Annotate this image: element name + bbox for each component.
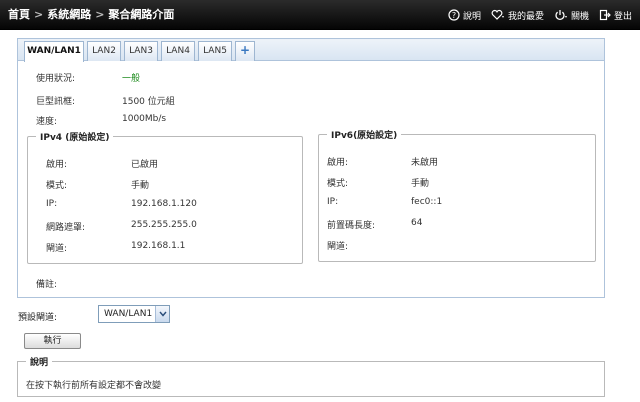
- remark-label: 備註:: [36, 280, 58, 290]
- jumbo-frame-value: 1500 位元組: [122, 97, 175, 107]
- ipv6-ip-label: IP:: [327, 197, 339, 207]
- favorites-label: 我的最愛: [507, 11, 544, 22]
- help-icon: ?: [448, 9, 460, 21]
- jumbo-frame-label: 巨型訊框:: [36, 97, 76, 107]
- ipv4-legend: IPv4 (原始設定): [36, 130, 114, 143]
- description-box: 說明 在按下執行前所有設定都不會改變: [17, 355, 605, 397]
- apply-button[interactable]: 執行: [24, 333, 81, 349]
- breadcrumb-separator: >: [95, 8, 105, 21]
- logout-label: 登出: [613, 11, 632, 22]
- power-icon: [555, 10, 567, 21]
- description-text: 在按下執行前所有設定都不會改變: [26, 381, 162, 391]
- ipv4-mode-label: 模式:: [46, 181, 68, 191]
- ipv4-netmask-label: 網路遮罩:: [46, 223, 86, 233]
- ipv6-legend: IPv6(原始設定): [327, 128, 402, 141]
- top-bar: 首頁 > 系統網路 > 聚合網路介面 ? 說明 我的最愛 關機 登出: [0, 0, 640, 30]
- ipv6-gateway-label: 閘道:: [327, 242, 349, 252]
- chevron-down-icon[interactable]: [155, 306, 169, 322]
- default-gateway-select[interactable]: WAN/LAN1: [98, 305, 170, 323]
- breadcrumb-home[interactable]: 首頁: [8, 8, 30, 21]
- tab-lan2[interactable]: LAN2: [87, 41, 121, 61]
- heart-icon: [491, 9, 504, 20]
- add-tab-button[interactable]: +: [235, 41, 255, 61]
- speed-label: 速度:: [36, 117, 58, 127]
- logout-link[interactable]: 登出: [599, 9, 632, 22]
- ipv6-settings-group: IPv6(原始設定) 啟用: 未啟用 模式: 手動 IP: fec0::1 前置…: [318, 128, 596, 262]
- help-label: 說明: [462, 11, 481, 22]
- help-link[interactable]: ? 說明: [448, 9, 481, 22]
- ipv6-enable-value: 未啟用: [411, 158, 439, 168]
- ipv4-gateway-value: 192.168.1.1: [131, 241, 186, 251]
- shutdown-link[interactable]: 關機: [554, 9, 589, 22]
- tab-lan4[interactable]: LAN4: [161, 41, 195, 61]
- interface-panel: WAN/LAN1 LAN2 LAN3 LAN4 LAN5 + 使用狀況: 一般 …: [17, 38, 605, 298]
- ipv4-enable-label: 啟用:: [46, 160, 68, 170]
- ipv4-settings-group: IPv4 (原始設定) 啟用: 已啟用 模式: 手動 IP: 192.168.1…: [27, 130, 303, 264]
- ipv4-ip-value: 192.168.1.120: [131, 199, 197, 209]
- ipv6-mode-label: 模式:: [327, 179, 349, 189]
- breadcrumb-system-network[interactable]: 系統網路: [47, 8, 91, 21]
- top-links: ? 說明 我的最愛 關機 登出: [448, 0, 632, 30]
- tab-wan-lan1[interactable]: WAN/LAN1: [24, 41, 84, 62]
- tab-lan3[interactable]: LAN3: [124, 41, 158, 61]
- ipv4-enable-value: 已啟用: [131, 160, 159, 170]
- default-gateway-label: 預設閘道:: [18, 313, 58, 323]
- ipv6-prefix-value: 64: [411, 218, 423, 228]
- favorites-link[interactable]: 我的最愛: [491, 9, 544, 22]
- svg-text:?: ?: [452, 11, 456, 20]
- logout-icon: [599, 9, 611, 21]
- usage-label: 使用狀況:: [36, 74, 76, 84]
- usage-value: 一般: [122, 74, 141, 84]
- ipv4-ip-label: IP:: [46, 199, 58, 209]
- breadcrumb-separator: >: [34, 8, 44, 21]
- breadcrumb: 首頁 > 系統網路 > 聚合網路介面: [8, 0, 174, 30]
- ipv6-ip-value: fec0::1: [411, 197, 443, 207]
- ipv4-mode-value: 手動: [131, 181, 150, 191]
- description-legend: 說明: [26, 355, 53, 368]
- shutdown-label: 關機: [570, 11, 589, 22]
- tab-strip: WAN/LAN1 LAN2 LAN3 LAN4 LAN5 +: [18, 39, 604, 62]
- ipv4-gateway-label: 閘道:: [46, 244, 68, 254]
- speed-value: 1000Mb/s: [122, 114, 167, 124]
- ipv6-enable-label: 啟用:: [327, 158, 349, 168]
- default-gateway-selected: WAN/LAN1: [104, 309, 153, 319]
- ipv6-prefix-label: 前置碼長度:: [327, 221, 376, 231]
- breadcrumb-current-page: 聚合網路介面: [108, 8, 175, 21]
- tab-lan5[interactable]: LAN5: [198, 41, 232, 61]
- ipv6-mode-value: 手動: [411, 179, 430, 189]
- ipv4-netmask-value: 255.255.255.0: [131, 220, 197, 230]
